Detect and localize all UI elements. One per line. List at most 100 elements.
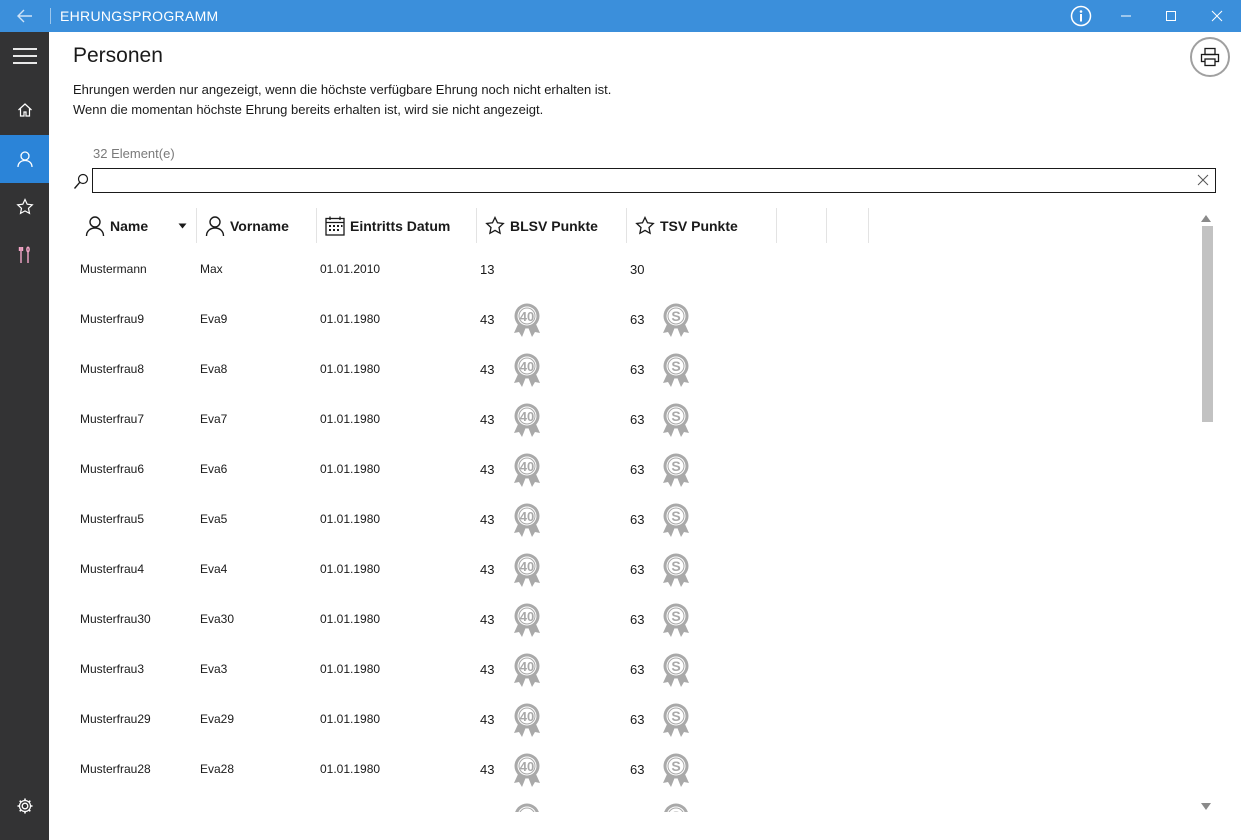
scroll-down-arrow-icon[interactable]	[1199, 801, 1213, 813]
gear-icon	[17, 798, 32, 814]
blsv-award-medal-icon: 40	[514, 303, 540, 337]
svg-text:S: S	[671, 808, 680, 812]
back-button[interactable]	[10, 4, 40, 28]
cell-blsv-punkte: 43	[480, 361, 495, 377]
cell-name: Musterfrau5	[80, 512, 145, 526]
svg-text:40: 40	[520, 659, 534, 674]
minimize-button[interactable]	[1103, 0, 1149, 32]
sidebar-item-ehrungen[interactable]	[0, 183, 49, 231]
table-row[interactable]: Musterfrau9 Eva9 01.01.1980 43 63 40 S	[73, 294, 1193, 344]
element-count: 32 Element(e)	[93, 146, 175, 161]
svg-text:40: 40	[520, 759, 534, 774]
tools-icon	[18, 246, 30, 263]
tsv-award-medal-icon: S	[664, 803, 688, 812]
sidebar-item-tools[interactable]	[0, 231, 49, 279]
page-description-line1: Ehrungen werden nur angezeigt, wenn die …	[73, 82, 612, 97]
cell-eintritts-datum: 01.01.1980	[320, 412, 381, 426]
sidebar-item-settings[interactable]	[0, 782, 49, 830]
column-divider	[826, 208, 827, 243]
blsv-award-medal-icon: 40	[514, 553, 540, 587]
table-row[interactable]: Musterfrau3 Eva3 01.01.1980 43 63 40 S	[73, 644, 1193, 694]
cell-vorname: Eva30	[200, 612, 235, 626]
cell-tsv-punkte: 63	[630, 611, 645, 627]
table-row[interactable]: Musterfrau4 Eva4 01.01.1980 43 63 40 S	[73, 544, 1193, 594]
cell-tsv-punkte: 63	[630, 361, 645, 377]
sidebar-item-home[interactable]	[0, 86, 49, 134]
cell-eintritts-datum: 01.01.1980	[320, 762, 381, 776]
sidebar-menu-toggle[interactable]	[0, 32, 49, 80]
blsv-award-medal-icon: 40	[514, 403, 540, 437]
svg-text:40: 40	[520, 309, 534, 324]
cell-name: Musterfrau30	[80, 612, 151, 626]
column-label-blsv-punkte: BLSV Punkte	[510, 218, 598, 234]
cell-tsv-punkte: 63	[630, 561, 645, 577]
table-row[interactable]: Mustermann Max 01.01.2010 13 30	[73, 244, 1193, 294]
page-title: Personen	[73, 44, 163, 67]
table-row[interactable]: Musterfrau28 Eva28 01.01.1980 43 63 40 S	[73, 744, 1193, 794]
tsv-award-medal-icon: S	[663, 503, 689, 537]
clear-search-icon[interactable]	[1197, 174, 1209, 186]
table-row[interactable]: Musterfrau29 Eva29 01.01.1980 43 63 40 S	[73, 694, 1193, 744]
blsv-award-medal-icon: 40	[514, 703, 540, 737]
blsv-award-medal-icon: 40	[514, 453, 540, 487]
sort-descending-icon[interactable]	[178, 223, 187, 229]
column-divider	[196, 208, 197, 243]
cell-blsv-punkte: 43	[480, 661, 495, 677]
column-label-tsv-punkte: TSV Punkte	[660, 218, 738, 234]
column-header-tsv-punkte[interactable]: TSV Punkte	[635, 208, 775, 244]
scroll-up-arrow-icon[interactable]	[1199, 212, 1213, 224]
svg-text:40: 40	[520, 509, 534, 524]
column-label-vorname: Vorname	[230, 218, 289, 234]
column-header-blsv-punkte[interactable]: BLSV Punkte	[485, 208, 625, 244]
blsv-award-medal-icon: 40	[514, 653, 540, 687]
cell-tsv-punkte: 63	[630, 661, 645, 677]
cell-eintritts-datum: 01.01.1980	[320, 662, 381, 676]
cell-blsv-punkte: 43	[480, 611, 495, 627]
search-field[interactable]	[92, 168, 1216, 193]
person-icon	[205, 216, 225, 237]
cell-vorname: Eva29	[200, 712, 235, 726]
svg-text:S: S	[671, 758, 680, 774]
main-content: Personen Ehrungen werden nur angezeigt, …	[49, 32, 1241, 840]
sidebar	[0, 32, 49, 840]
table-row[interactable]: Musterfrau5 Eva5 01.01.1980 43 63 40 S	[73, 494, 1193, 544]
cell-vorname: Eva4	[200, 562, 228, 576]
maximize-button[interactable]	[1148, 0, 1194, 32]
svg-text:S: S	[671, 358, 680, 374]
info-button[interactable]	[1058, 0, 1104, 32]
star-icon	[15, 198, 34, 215]
table-row[interactable]: Musterfrau30 Eva30 01.01.1980 43 63 40 S	[73, 594, 1193, 644]
cell-vorname: Eva9	[200, 312, 228, 326]
table-row[interactable]: Musterfrau6 Eva6 01.01.1980 43 63 40 S	[73, 444, 1193, 494]
title-separator	[50, 8, 51, 24]
table-row[interactable]: 40 S	[73, 794, 1193, 812]
table-row[interactable]: Musterfrau7 Eva7 01.01.1980 43 63 40 S	[73, 394, 1193, 444]
svg-text:40: 40	[520, 409, 534, 424]
table-row[interactable]: Musterfrau8 Eva8 01.01.1980 43 63 40 S	[73, 344, 1193, 394]
cell-vorname: Max	[200, 262, 223, 276]
cell-eintritts-datum: 01.01.1980	[320, 362, 381, 376]
svg-text:40: 40	[520, 559, 534, 574]
star-icon	[485, 216, 505, 235]
tsv-award-medal-icon: S	[663, 753, 689, 787]
cell-blsv-punkte: 43	[480, 411, 495, 427]
print-button[interactable]	[1190, 37, 1230, 77]
cell-blsv-punkte: 43	[480, 761, 495, 777]
close-icon	[1211, 10, 1223, 22]
column-divider	[626, 208, 627, 243]
svg-text:S: S	[671, 508, 680, 524]
calendar-icon	[325, 216, 345, 236]
cell-tsv-punkte: 63	[630, 411, 645, 427]
search-input[interactable]	[93, 169, 1183, 192]
cell-blsv-punkte: 43	[480, 561, 495, 577]
cell-tsv-punkte: 63	[630, 511, 645, 527]
column-header-eintritts-datum[interactable]: Eintritts Datum	[325, 208, 475, 244]
column-divider	[316, 208, 317, 243]
column-header-vorname[interactable]: Vorname	[205, 208, 315, 244]
scrollbar-thumb[interactable]	[1202, 226, 1213, 422]
close-button[interactable]	[1194, 0, 1240, 32]
cell-name: Musterfrau28	[80, 762, 151, 776]
column-header-name[interactable]: Name	[85, 208, 195, 244]
table-header: Name Vorname Eintritts Datum BLSV Punkte…	[73, 208, 1193, 244]
sidebar-item-personen[interactable]	[0, 135, 49, 183]
